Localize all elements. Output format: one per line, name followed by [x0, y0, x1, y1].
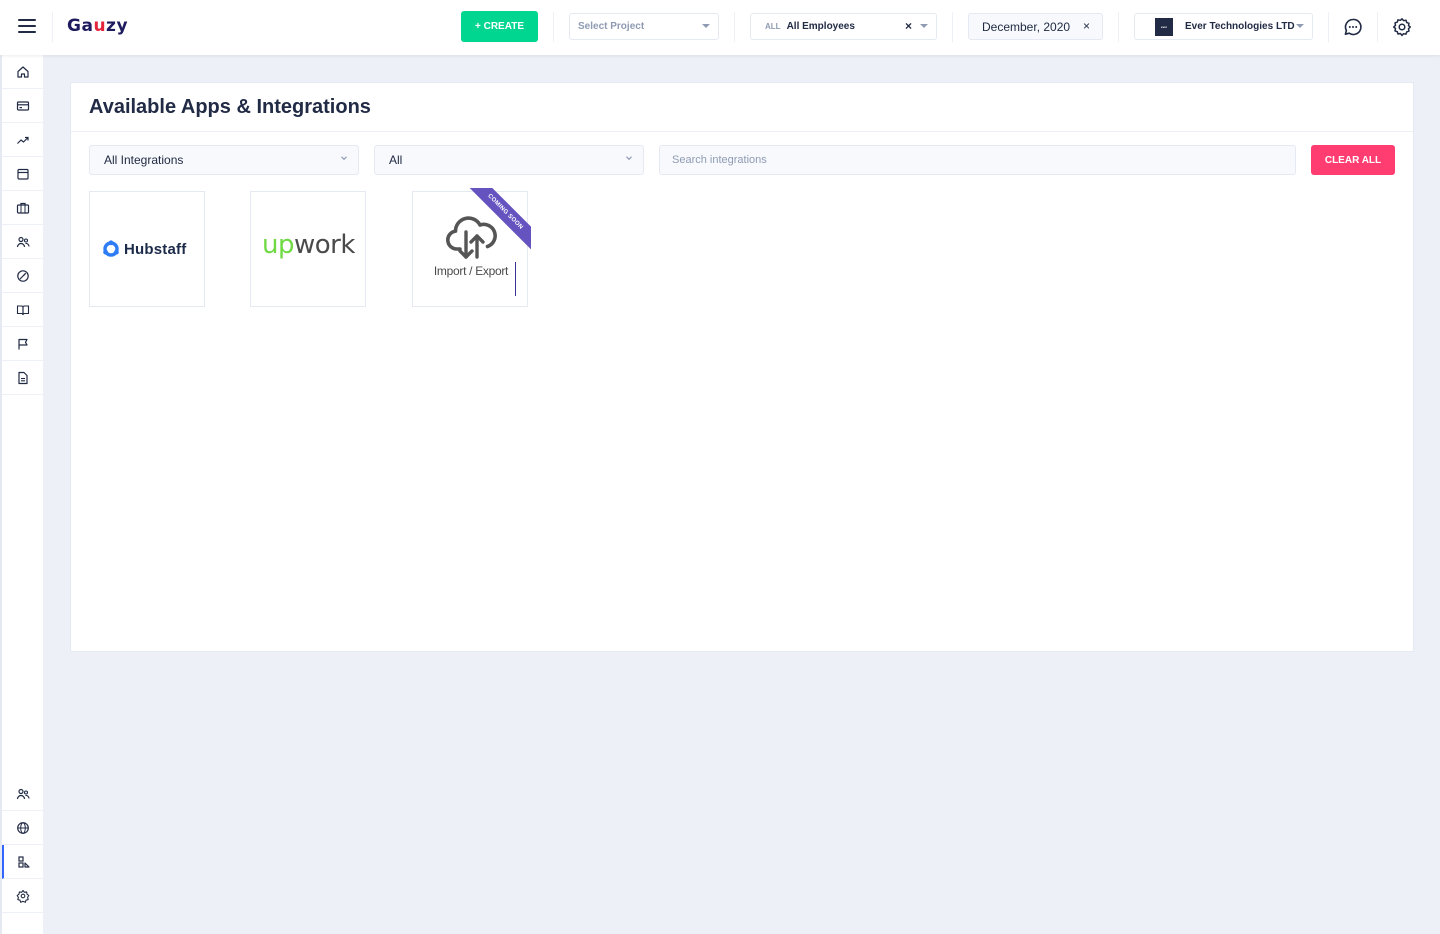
coming-soon-badge: COMING SOON [463, 188, 531, 254]
sidebar-item-dashboard[interactable] [2, 55, 44, 89]
upwork-logo: upwork [262, 230, 355, 260]
menu-toggle-button[interactable] [18, 19, 36, 33]
sidebar-item-settings[interactable] [2, 879, 44, 913]
file-text-icon [18, 371, 28, 384]
sidebar-item-jobs[interactable] [2, 191, 44, 225]
sidebar-item-users[interactable] [2, 777, 44, 811]
home-icon [17, 65, 29, 78]
organization-logo: ever [1155, 17, 1173, 36]
category-value: All [389, 153, 403, 167]
integrations-icon [18, 855, 30, 868]
top-header: Gauzy + CREATE Select Project ALL All Em… [0, 0, 1440, 55]
sidebar-item-reports[interactable] [2, 361, 44, 395]
calendar-icon [17, 168, 29, 180]
settings-flower-icon [16, 889, 30, 903]
divider [52, 12, 53, 42]
employee-all-tag: ALL [765, 22, 781, 31]
clear-all-button[interactable]: CLEAR ALL [1311, 145, 1395, 175]
integration-tile-import-export[interactable]: Import / Export COMING SOON [412, 188, 531, 307]
hubstaff-name: Hubstaff [124, 240, 187, 258]
credit-card-icon [16, 100, 30, 111]
people-outline-icon [16, 788, 30, 799]
sidebar-item-integrations[interactable] [2, 845, 44, 879]
divider [734, 12, 735, 42]
speedometer-icon [17, 269, 29, 282]
chevron-down-icon [341, 156, 347, 161]
create-button[interactable]: + CREATE [461, 11, 538, 42]
app-logo[interactable]: Gauzy [67, 16, 128, 36]
integration-type-select[interactable]: All Integrations [89, 145, 359, 175]
clear-employee-icon[interactable]: × [905, 19, 912, 33]
sidebar-item-goals[interactable] [2, 259, 44, 293]
chevron-down-icon [626, 156, 632, 161]
sidebar-item-accounting[interactable] [2, 89, 44, 123]
divider [1377, 12, 1378, 42]
sidebar-item-employees[interactable] [2, 225, 44, 259]
divider [1328, 12, 1329, 42]
people-icon [16, 236, 30, 247]
divider [952, 12, 953, 42]
employee-select[interactable]: ALL All Employees × [750, 13, 937, 40]
integration-tile-hubstaff[interactable]: Hubstaff [89, 191, 205, 307]
caret-down-icon [920, 24, 928, 28]
category-select[interactable]: All [374, 145, 644, 175]
clear-date-icon[interactable]: × [1083, 19, 1090, 33]
search-integrations-input[interactable] [659, 145, 1296, 175]
hubstaff-logo: Hubstaff [101, 239, 186, 259]
flag-icon [18, 338, 28, 349]
organization-select[interactable]: ever Ever Technologies LTD [1134, 13, 1313, 40]
divider [553, 12, 554, 42]
briefcase-icon [16, 202, 30, 214]
divider [1118, 12, 1119, 42]
caret-down-icon [1296, 24, 1304, 28]
globe-icon [17, 821, 29, 834]
coming-soon-ribbon: COMING SOON [455, 188, 531, 264]
sidebar-item-goals-flag[interactable] [2, 327, 44, 361]
page-title: Available Apps & Integrations [89, 96, 371, 118]
hubstaff-icon [103, 240, 119, 257]
sidebar-item-time-activity[interactable] [2, 157, 44, 191]
chat-icon[interactable] [1343, 17, 1363, 37]
sidebar-item-organizations[interactable] [2, 811, 44, 845]
caret-down-icon [702, 24, 710, 28]
integration-tile-upwork[interactable]: upwork [250, 191, 366, 307]
book-icon [16, 304, 30, 315]
sidebar-item-help[interactable] [2, 293, 44, 327]
project-select[interactable]: Select Project [569, 13, 719, 40]
integrations-card: Available Apps & Integrations All Integr… [70, 82, 1414, 652]
integration-type-value: All Integrations [104, 153, 184, 167]
employee-select-value: All Employees [786, 21, 855, 32]
trending-up-icon [17, 136, 29, 144]
date-picker-value: December, 2020 [982, 19, 1071, 34]
date-picker[interactable]: December, 2020 × [968, 13, 1103, 40]
divider [71, 131, 1413, 132]
sidebar [0, 55, 44, 934]
sidebar-item-sales[interactable] [2, 123, 44, 157]
settings-gear-icon[interactable] [1392, 17, 1412, 37]
import-export-label: Import / Export [433, 264, 509, 278]
project-select-placeholder: Select Project [578, 21, 645, 32]
organization-select-value: Ever Technologies LTD [1185, 21, 1295, 32]
ribbon-tail [515, 262, 516, 296]
